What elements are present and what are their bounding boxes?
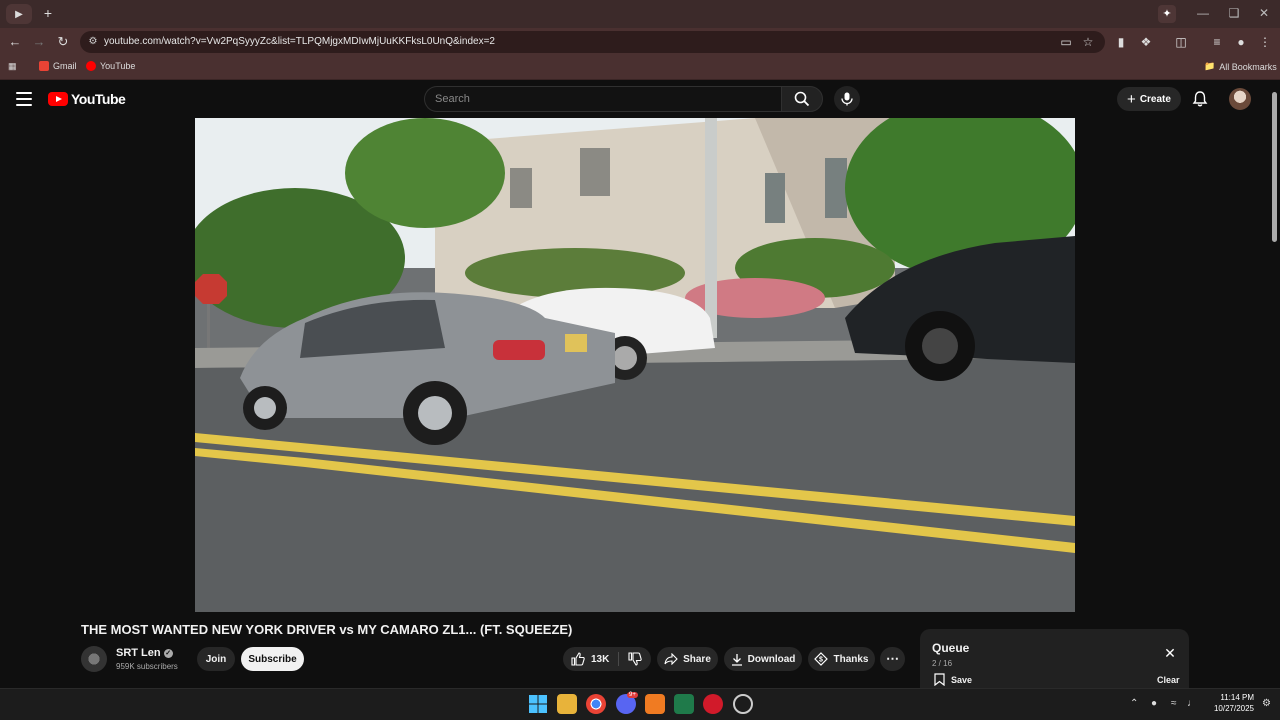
notification-center-icon[interactable]: ⚙: [1262, 698, 1271, 709]
create-button[interactable]: + Create: [1117, 87, 1181, 111]
more-horizontal-icon: ⋯: [886, 651, 899, 666]
queue-save-button[interactable]: Save: [934, 673, 972, 686]
profile-icon[interactable]: ●: [1233, 34, 1249, 50]
video-player[interactable]: [195, 118, 1075, 612]
channel-name[interactable]: SRT Len ✓: [116, 647, 173, 659]
windows-taskbar: [0, 688, 1280, 720]
bookmark-icon: [934, 673, 945, 686]
close-queue-icon[interactable]: ✕: [1162, 645, 1178, 661]
subscribe-button[interactable]: Subscribe: [241, 647, 304, 671]
youtube-icon: [86, 61, 96, 71]
back-icon[interactable]: ←: [6, 33, 24, 51]
bookmark-youtube[interactable]: YouTube: [86, 61, 135, 71]
new-tab-button[interactable]: +: [40, 5, 56, 21]
media-control-icon[interactable]: ▮: [1113, 34, 1129, 50]
microphone-tray-icon[interactable]: ●: [1151, 698, 1157, 709]
app-icon-circle[interactable]: [733, 694, 753, 714]
minimize-icon[interactable]: —: [1195, 6, 1211, 20]
gemini-icon[interactable]: ✦: [1158, 5, 1176, 23]
show-hidden-icons[interactable]: ⌃: [1130, 698, 1138, 709]
account-avatar[interactable]: [1229, 88, 1251, 110]
search-input[interactable]: [425, 87, 782, 111]
scrollbar-thumb[interactable]: [1272, 92, 1277, 242]
audio-playing-icon: ▶: [15, 8, 23, 20]
download-button[interactable]: Download: [724, 647, 802, 671]
terminal-icon[interactable]: [674, 694, 694, 714]
queue-count: 2 / 16: [932, 659, 953, 668]
apps-grid-icon[interactable]: ▦: [8, 61, 17, 72]
bookmark-star-icon[interactable]: ☆: [1080, 34, 1096, 50]
thumbs-up-icon: [571, 652, 585, 666]
download-icon: [731, 653, 742, 666]
browser-menu-icon[interactable]: ⋮: [1257, 34, 1273, 50]
search-button[interactable]: [781, 86, 823, 112]
bookmark-gmail[interactable]: Gmail: [39, 61, 77, 71]
share-icon: [664, 653, 678, 665]
bookmarks-bar: [0, 56, 1280, 80]
voice-search-button[interactable]: [834, 86, 860, 112]
share-button[interactable]: Share: [657, 647, 718, 671]
clock-time[interactable]: 11:14 PM: [1206, 693, 1254, 702]
thumbs-down-icon: [628, 652, 643, 666]
restore-icon[interactable]: ❑: [1226, 6, 1242, 20]
close-window-icon[interactable]: ✕: [1256, 6, 1272, 20]
site-info-icon[interactable]: ⚙: [86, 35, 100, 49]
like-dislike-group: 13K: [563, 647, 651, 671]
install-app-icon[interactable]: ▭: [1058, 34, 1074, 50]
thanks-button[interactable]: $ Thanks: [808, 647, 875, 671]
youtube-play-icon: [48, 92, 68, 106]
dislike-button[interactable]: [619, 652, 643, 666]
windows-logo-icon: [529, 695, 547, 713]
extensions-icon[interactable]: ❖: [1138, 34, 1154, 50]
browser-tab-strip: [0, 0, 1280, 28]
menu-icon[interactable]: [16, 92, 32, 106]
queue-clear-button[interactable]: Clear: [1157, 675, 1180, 685]
app-icon-orange[interactable]: [645, 694, 665, 714]
folder-icon: 📁: [1204, 61, 1216, 71]
discord-badge: 9+: [627, 692, 638, 698]
channel-avatar[interactable]: [81, 646, 107, 672]
subscriber-count: 959K subscribers: [116, 662, 178, 671]
queue-title: Queue: [932, 641, 970, 655]
reload-icon[interactable]: ↻: [54, 33, 72, 51]
verified-icon: ✓: [163, 648, 173, 658]
super-thanks-icon: $: [814, 652, 829, 666]
chrome-icon[interactable]: [586, 694, 606, 714]
media-app-icon[interactable]: [703, 694, 723, 714]
clock-date[interactable]: 10/27/2025: [1206, 704, 1254, 713]
all-bookmarks[interactable]: 📁 All Bookmarks: [1204, 61, 1277, 72]
address-bar-url[interactable]: youtube.com/watch?v=Vw2PqSyyyZc&list=TLP…: [104, 36, 495, 47]
browser-tab[interactable]: ▶: [6, 4, 32, 24]
video-title: THE MOST WANTED NEW YORK DRIVER vs MY CA…: [81, 622, 573, 637]
wifi-icon[interactable]: ≈: [1171, 698, 1177, 709]
search-box: [424, 86, 782, 112]
svg-text:$: $: [820, 657, 824, 664]
video-frame: [195, 118, 1075, 612]
join-button[interactable]: Join: [197, 647, 235, 671]
search-icon: [794, 91, 810, 107]
plus-icon: +: [1127, 90, 1136, 108]
notifications-button[interactable]: [1191, 90, 1209, 108]
volume-icon[interactable]: ♩: [1187, 698, 1197, 709]
file-explorer-icon[interactable]: [557, 694, 577, 714]
like-count: 13K: [591, 653, 610, 665]
like-button[interactable]: 13K: [571, 652, 620, 666]
microphone-icon: [841, 92, 853, 106]
forward-icon[interactable]: →: [30, 33, 48, 51]
reading-list-icon[interactable]: ≡: [1209, 34, 1225, 50]
side-panel-icon[interactable]: ◫: [1173, 34, 1189, 50]
bell-icon: [1192, 91, 1208, 107]
start-button[interactable]: [528, 694, 548, 714]
more-actions-button[interactable]: ⋯: [880, 647, 905, 671]
youtube-logo[interactable]: YouTube: [48, 91, 126, 107]
gmail-icon: [39, 61, 49, 71]
